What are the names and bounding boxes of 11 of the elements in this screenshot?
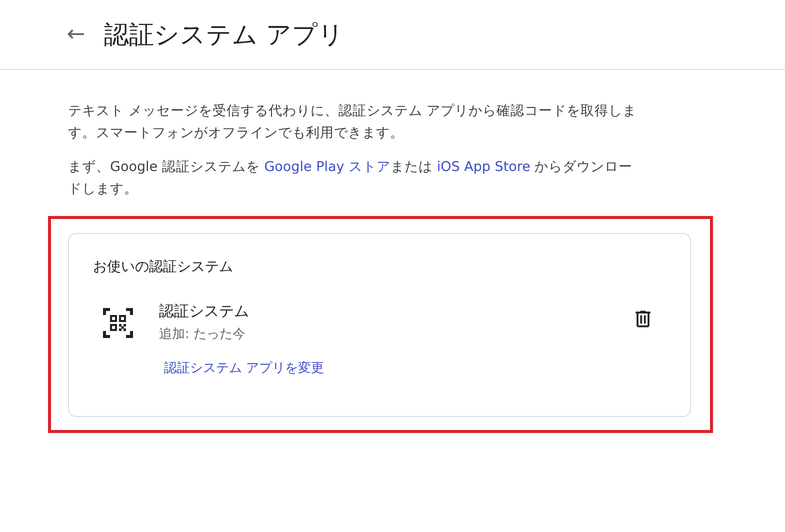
page-title: 認証システム アプリ — [104, 19, 344, 51]
store-link[interactable]: iOS App Store — [436, 159, 530, 175]
card-title: お使いの認証システム — [93, 258, 234, 276]
description-text: まず、Google 認証システムを Google Play ストア または iOS App Store からダウンロードします。 — [68, 158, 634, 199]
change-app-link[interactable]: 認証システム アプリを変更 — [164, 359, 324, 377]
description-text: テキスト メッセージを受信する代わりに、認証システム アプリから確認コードを取得します。スマートフォンがオフラインでも利用できます。 — [68, 102, 638, 143]
store-link[interactable]: Google Play ストア — [264, 159, 391, 175]
authenticator-name: 認証システム — [159, 302, 250, 321]
added-time: 追加: たった今 — [159, 326, 247, 343]
qr-code-icon — [103, 308, 133, 338]
back-button[interactable]: ← — [64, 22, 88, 47]
